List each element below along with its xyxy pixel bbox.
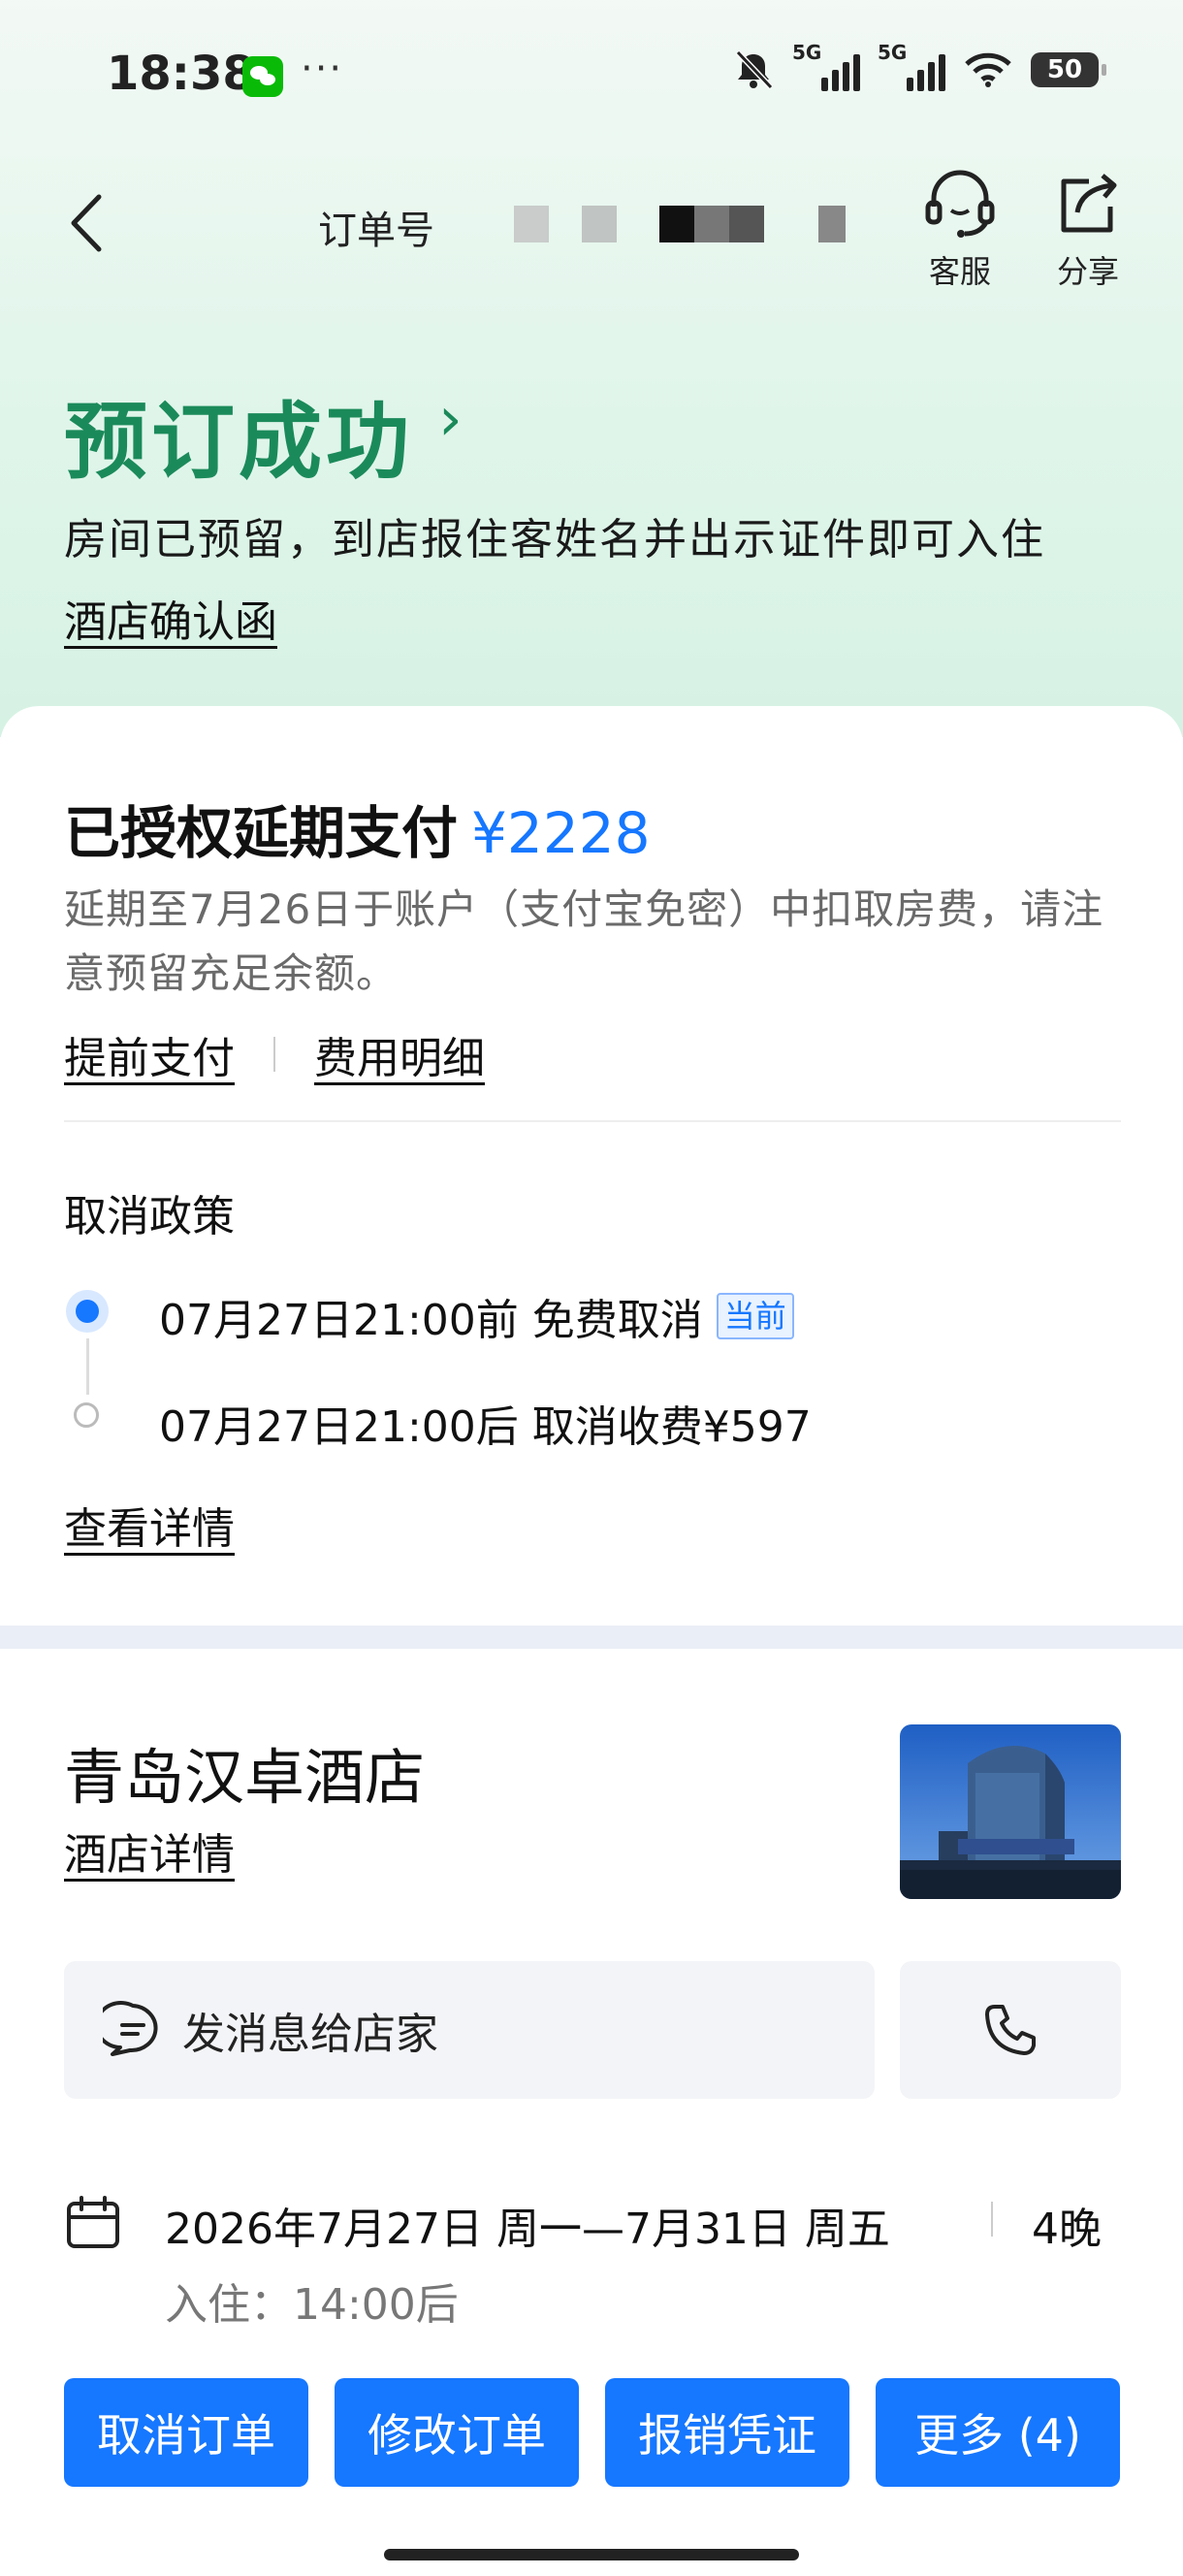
hotel-name: 青岛汉卓酒店	[64, 1742, 426, 1813]
policy-item-free: 07月27日21:00前 免费取消 当前	[159, 1285, 794, 1347]
status-icons: 5G 5G 50	[732, 41, 1106, 91]
signal-icon-sim2: 5G	[878, 41, 945, 91]
section-gap	[0, 1626, 1183, 1649]
home-indicator[interactable]	[384, 2549, 799, 2560]
chat-icon	[103, 2001, 158, 2056]
invoice-button[interactable]: 报销凭证	[605, 2378, 849, 2487]
hotel-confirmation-link[interactable]: 酒店确认函	[64, 587, 277, 649]
wechat-icon	[242, 56, 283, 97]
current-badge: 当前	[716, 1293, 794, 1339]
mute-bell-icon	[735, 49, 774, 90]
service-label: 客服	[928, 253, 991, 290]
timeline-dot-active	[66, 1290, 109, 1333]
more-notifications-icon: ···	[301, 47, 344, 91]
cancel-policy-title: 取消政策	[64, 1192, 235, 1241]
cancel-order-button[interactable]: 取消订单	[64, 2378, 308, 2487]
stay-nights: 4晚	[1032, 2205, 1102, 2254]
stay-dates: 2026年7月27日 周一—7月31日 周五	[165, 2205, 890, 2254]
customer-service-button[interactable]: 客服	[911, 170, 1008, 292]
policy-item-fee: 07月27日21:00后 取消收费¥597	[159, 1402, 812, 1452]
checkin-time: 入住：14:00后	[165, 2280, 459, 2330]
share-label: 分享	[1056, 253, 1119, 290]
order-number-masked	[514, 206, 846, 242]
chevron-right-icon[interactable]: ›	[438, 383, 463, 454]
calendar-icon	[67, 2196, 119, 2248]
section-divider	[64, 1120, 1121, 1122]
message-hotel-button[interactable]: 发消息给店家	[64, 1961, 875, 2099]
share-icon	[1061, 174, 1117, 233]
booking-success-description: 房间已预留，到店报住客姓名并出示证件即可入住	[64, 515, 1045, 564]
fee-detail-link[interactable]: 费用明细	[314, 1023, 485, 1085]
policy-item-free-text: 07月27日21:00前 免费取消	[159, 1296, 703, 1345]
booking-success-title[interactable]: 预订成功	[64, 373, 413, 495]
timeline-line	[86, 1338, 89, 1395]
policy-detail-link[interactable]: 查看详情	[64, 1494, 235, 1556]
order-number-label: 订单号	[318, 209, 434, 253]
status-time: 18:38	[107, 47, 255, 101]
phone-icon	[985, 2005, 1036, 2055]
payment-title-text: 已授权延期支付	[64, 800, 459, 866]
payment-links: 提前支付 费用明细	[64, 1023, 485, 1085]
battery-icon: 50	[1031, 52, 1106, 87]
hotel-photo[interactable]	[900, 1724, 1121, 1899]
wifi-icon	[965, 52, 1011, 87]
payment-amount: ¥2228	[471, 800, 651, 866]
call-hotel-button[interactable]	[900, 1961, 1121, 2099]
signal-icon-sim1: 5G	[792, 41, 860, 91]
hotel-photo-image	[900, 1724, 1121, 1899]
message-hotel-label: 发消息给店家	[182, 2010, 438, 2059]
dates-separator	[991, 2202, 993, 2237]
modify-order-button[interactable]: 修改订单	[335, 2378, 579, 2487]
back-arrow-icon[interactable]	[60, 189, 118, 257]
headset-icon	[925, 170, 995, 238]
status-bar: 18:38 ··· 5G 5G 50	[0, 0, 1183, 155]
payment-description: 延期至7月26日于账户（支付宝免密）中扣取房费，请注意预留充足余额。	[64, 886, 1104, 997]
share-button[interactable]: 分享	[1039, 170, 1136, 292]
prepay-link[interactable]: 提前支付	[64, 1023, 235, 1085]
more-actions-button[interactable]: 更多 (4)	[876, 2378, 1120, 2487]
link-separator	[273, 1037, 275, 1072]
payment-title: 已授权延期支付 ¥2228	[64, 788, 651, 869]
timeline-dot	[74, 1402, 99, 1428]
hotel-detail-link[interactable]: 酒店详情	[64, 1819, 235, 1882]
